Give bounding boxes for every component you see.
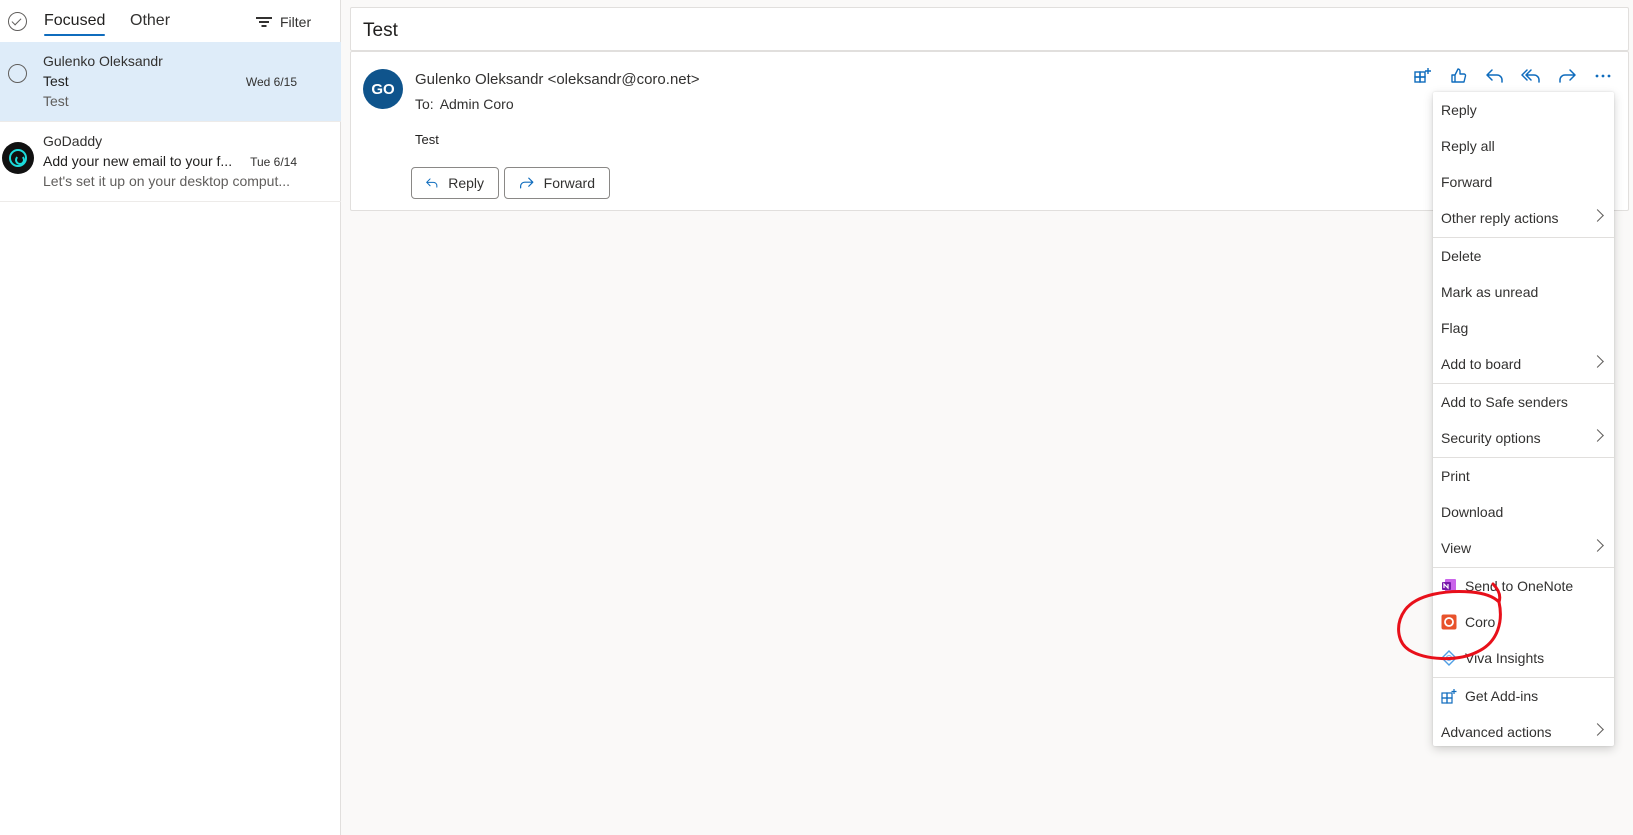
filter-icon bbox=[256, 15, 272, 29]
menu-item-label: View bbox=[1441, 540, 1472, 556]
message-sender: GoDaddy bbox=[43, 133, 103, 149]
menu-item-label: Viva Insights bbox=[1465, 650, 1545, 666]
menu-item-mark-as-unread[interactable]: Mark as unread bbox=[1433, 274, 1614, 310]
recipient-line: To: Admin Coro bbox=[415, 96, 514, 112]
filter-label: Filter bbox=[280, 14, 312, 30]
menu-item-view[interactable]: View bbox=[1433, 530, 1614, 566]
menu-item-label: Mark as unread bbox=[1441, 284, 1539, 300]
more-actions-icon[interactable] bbox=[1592, 65, 1614, 87]
more-actions-menu: Reply Reply all Forward Other reply acti… bbox=[1433, 92, 1614, 746]
chevron-right-icon bbox=[1591, 429, 1604, 442]
message-preview: Test bbox=[43, 93, 69, 109]
onenote-icon bbox=[1441, 578, 1457, 594]
like-icon[interactable] bbox=[1448, 65, 1470, 87]
menu-item-label: Coro bbox=[1465, 614, 1496, 630]
menu-item-reply-all[interactable]: Reply all bbox=[1433, 128, 1614, 164]
reply-all-icon[interactable] bbox=[1520, 65, 1542, 87]
message-action-bar bbox=[1412, 65, 1614, 87]
message-list-item[interactable]: Gulenko Oleksandr Test Wed 6/15 Test bbox=[0, 42, 341, 122]
menu-item-forward[interactable]: Forward bbox=[1433, 164, 1614, 200]
message-select-radio[interactable] bbox=[8, 64, 27, 83]
menu-item-print[interactable]: Print bbox=[1433, 458, 1614, 494]
menu-item-delete[interactable]: Delete bbox=[1433, 238, 1614, 274]
message-subject: Test bbox=[43, 73, 69, 89]
menu-item-other-reply-actions[interactable]: Other reply actions bbox=[1433, 200, 1614, 236]
sender-avatar[interactable]: GO bbox=[363, 69, 403, 109]
godaddy-avatar bbox=[2, 142, 34, 174]
menu-item-add-to-board[interactable]: Add to board bbox=[1433, 346, 1614, 382]
menu-item-advanced-actions[interactable]: Advanced actions bbox=[1433, 714, 1614, 750]
menu-item-label: Advanced actions bbox=[1441, 724, 1552, 740]
message-sender: Gulenko Oleksandr bbox=[43, 53, 163, 69]
chevron-right-icon bbox=[1591, 723, 1604, 736]
viva-insights-icon bbox=[1441, 650, 1457, 666]
menu-item-reply[interactable]: Reply bbox=[1433, 92, 1614, 128]
menu-item-label: Get Add-ins bbox=[1465, 688, 1539, 704]
add-in-grid-icon[interactable] bbox=[1412, 65, 1434, 87]
chevron-right-icon bbox=[1591, 209, 1604, 222]
chevron-right-icon bbox=[1591, 539, 1604, 552]
coro-icon bbox=[1441, 614, 1457, 630]
reply-icon bbox=[426, 178, 438, 188]
menu-item-coro[interactable]: Coro bbox=[1433, 604, 1614, 640]
to-recipient[interactable]: Admin Coro bbox=[440, 96, 514, 112]
reply-button-label: Reply bbox=[448, 175, 484, 191]
forward-icon bbox=[520, 177, 534, 189]
menu-item-label: Other reply actions bbox=[1441, 210, 1559, 226]
menu-item-label: Forward bbox=[1441, 174, 1493, 190]
menu-item-flag[interactable]: Flag bbox=[1433, 310, 1614, 346]
forward-icon[interactable] bbox=[1556, 65, 1578, 87]
menu-item-label: Send to OneNote bbox=[1465, 578, 1574, 594]
message-list-pane: Focused Other Filter Gulenko Oleksandr T… bbox=[0, 0, 341, 835]
to-label: To: bbox=[415, 96, 434, 112]
menu-item-get-add-ins[interactable]: Get Add-ins bbox=[1433, 678, 1614, 714]
menu-item-security-options[interactable]: Security options bbox=[1433, 420, 1614, 456]
menu-item-add-to-safe-senders[interactable]: Add to Safe senders bbox=[1433, 384, 1614, 420]
menu-item-viva-insights[interactable]: Viva Insights bbox=[1433, 640, 1614, 676]
filter-button[interactable]: Filter bbox=[256, 12, 311, 32]
sender-line[interactable]: Gulenko Oleksandr <oleksandr@coro.net> bbox=[415, 71, 700, 88]
menu-item-label: Delete bbox=[1441, 248, 1482, 264]
menu-item-label: Reply all bbox=[1441, 138, 1495, 154]
menu-item-label: Flag bbox=[1441, 320, 1469, 336]
select-all-check-icon[interactable] bbox=[8, 12, 27, 31]
message-list-item[interactable]: GoDaddy Add your new email to your f... … bbox=[0, 122, 341, 202]
add-in-grid-icon bbox=[1441, 688, 1457, 704]
menu-item-label: Print bbox=[1441, 468, 1470, 484]
forward-button-label: Forward bbox=[543, 175, 595, 191]
message-date: Tue 6/14 bbox=[250, 155, 297, 169]
menu-item-download[interactable]: Download bbox=[1433, 494, 1614, 530]
message-date: Wed 6/15 bbox=[245, 75, 297, 89]
menu-item-label: Add to board bbox=[1441, 356, 1522, 372]
reply-icon[interactable] bbox=[1484, 65, 1506, 87]
inbox-tabs: Focused Other Filter bbox=[0, 0, 341, 42]
menu-item-send-to-onenote[interactable]: Send to OneNote bbox=[1433, 568, 1614, 604]
message-body: Test bbox=[415, 132, 439, 147]
forward-button[interactable]: Forward bbox=[504, 167, 610, 199]
menu-item-label: Download bbox=[1441, 504, 1504, 520]
menu-item-label: Security options bbox=[1441, 430, 1541, 446]
message-subject: Add your new email to your f... bbox=[43, 153, 233, 169]
reading-pane-subject: Test bbox=[363, 20, 398, 41]
tab-other[interactable]: Other bbox=[130, 12, 170, 30]
tab-focused[interactable]: Focused bbox=[44, 12, 106, 36]
reply-button[interactable]: Reply bbox=[411, 167, 499, 199]
chevron-right-icon bbox=[1591, 355, 1604, 368]
menu-item-label: Add to Safe senders bbox=[1441, 394, 1568, 410]
message-preview: Let's set it up on your desktop comput..… bbox=[43, 173, 291, 189]
menu-item-label: Reply bbox=[1441, 102, 1477, 118]
reading-pane-subject-header: Test bbox=[350, 7, 1629, 51]
